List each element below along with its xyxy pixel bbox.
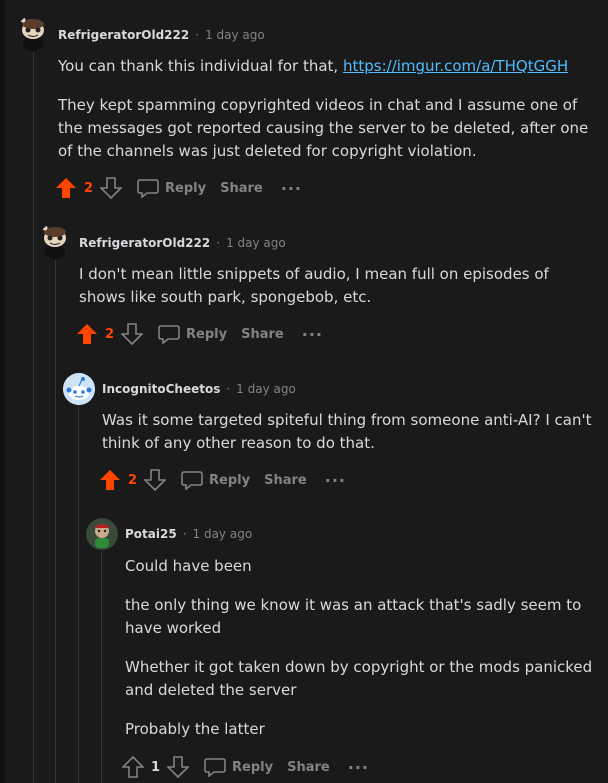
more-options-icon[interactable]: ··· [302,325,323,344]
comment-header: IncognitoCheetos · 1 day ago [102,382,296,396]
thread-line[interactable] [55,260,56,783]
imgur-link[interactable]: https://imgur.com/a/THQtGGH [343,57,568,75]
downvote-arrow-icon [167,756,190,778]
reply-label: Reply [186,326,228,342]
vote-score: 1 [151,759,161,775]
upvote-button[interactable] [75,322,99,346]
left-edge [0,0,5,783]
reply-bubble-icon [158,325,180,344]
share-label: Share [264,472,307,488]
timestamp[interactable]: 1 day ago [236,382,296,396]
downvote-button[interactable] [99,176,123,200]
comment-actions: 1 Reply Share ··· [121,755,369,779]
comment-paragraph: You can thank this individual for that, … [58,55,598,78]
upvote-arrow-icon [122,756,144,778]
comment-paragraph: the only thing we know it was an attack … [125,596,582,637]
comment-header: RefrigeratorOld222 · 1 day ago [58,28,265,42]
share-button[interactable]: Share [220,181,263,196]
comment-paragraph: Could have been [125,557,252,575]
reply-bubble-icon [137,179,159,198]
character-avatar-icon [86,518,118,550]
reply-bubble-icon [181,471,203,490]
share-label: Share [241,326,284,342]
downvote-button[interactable] [166,755,190,779]
comment-actions: 2 Reply Share ··· [54,176,302,200]
thread-line[interactable] [101,551,102,783]
reply-label: Reply [165,180,207,196]
avatar[interactable] [63,373,95,405]
comment-paragraph: I don't mean little snippets of audio, I… [79,265,549,306]
reply-button[interactable]: Reply [181,470,250,490]
comment-body: You can thank this individual for that, … [58,55,598,179]
comment-body: Was it some targeted spiteful thing from… [102,409,592,471]
thread-line[interactable] [78,405,79,783]
share-label: Share [220,180,263,196]
reply-button[interactable]: Reply [137,178,206,198]
upvote-button[interactable] [121,755,145,779]
vote-score: 2 [105,326,115,342]
comment-paragraph: Whether it got taken down by copyright o… [125,658,593,699]
timestamp[interactable]: 1 day ago [226,236,286,250]
comment-actions: 2 Reply Share ··· [98,468,346,492]
share-button[interactable]: Share [264,473,307,488]
author-name[interactable]: RefrigeratorOld222 [79,236,210,250]
comment-header: Potai25 · 1 day ago [125,527,252,541]
upvote-arrow-icon [77,324,97,344]
comment-text: You can thank this individual for that, [58,57,343,75]
comment-body: I don't mean little snippets of audio, I… [79,263,599,325]
share-label: Share [287,759,330,775]
share-button[interactable]: Share [287,760,330,775]
comment-paragraph: Probably the latter [125,720,265,738]
meta-separator: · [226,382,231,396]
meta-separator: · [195,28,200,42]
comment-paragraph: Was it some targeted spiteful thing from… [102,411,592,452]
avatar[interactable] [86,518,118,550]
avatar[interactable] [17,15,49,51]
timestamp[interactable]: 1 day ago [193,527,253,541]
reply-label: Reply [209,472,251,488]
downvote-arrow-icon [144,469,167,491]
reply-label: Reply [232,759,274,775]
more-options-icon[interactable]: ··· [348,758,369,777]
reply-button[interactable]: Reply [158,324,227,344]
comment-body: Could have been the only thing we know i… [125,555,600,757]
more-options-icon[interactable]: ··· [325,471,346,490]
snoo-avatar-icon [20,17,44,51]
upvote-button[interactable] [54,176,78,200]
author-name[interactable]: IncognitoCheetos [102,382,220,396]
upvote-arrow-icon [100,470,120,490]
downvote-arrow-icon [121,323,144,345]
comment-paragraph: They kept spamming copyrighted videos in… [58,96,589,160]
reply-button[interactable]: Reply [204,757,273,777]
vote-score: 2 [84,180,94,196]
vote-score: 2 [128,472,138,488]
share-button[interactable]: Share [241,327,284,342]
upvote-arrow-icon [56,178,76,198]
meta-separator: · [216,236,221,250]
author-name[interactable]: RefrigeratorOld222 [58,28,189,42]
comment-header: RefrigeratorOld222 · 1 day ago [79,236,286,250]
snoo-avatar-icon [42,225,66,259]
default-snoo-avatar-icon [63,373,95,405]
downvote-arrow-icon [100,177,123,199]
downvote-button[interactable] [120,322,144,346]
author-name[interactable]: Potai25 [125,527,177,541]
meta-separator: · [182,527,187,541]
downvote-button[interactable] [143,468,167,492]
upvote-button[interactable] [98,468,122,492]
avatar[interactable] [39,223,71,259]
thread-line[interactable] [33,52,34,783]
reply-bubble-icon [204,758,226,777]
comment-actions: 2 Reply Share ··· [75,322,323,346]
timestamp[interactable]: 1 day ago [205,28,265,42]
more-options-icon[interactable]: ··· [281,179,302,198]
